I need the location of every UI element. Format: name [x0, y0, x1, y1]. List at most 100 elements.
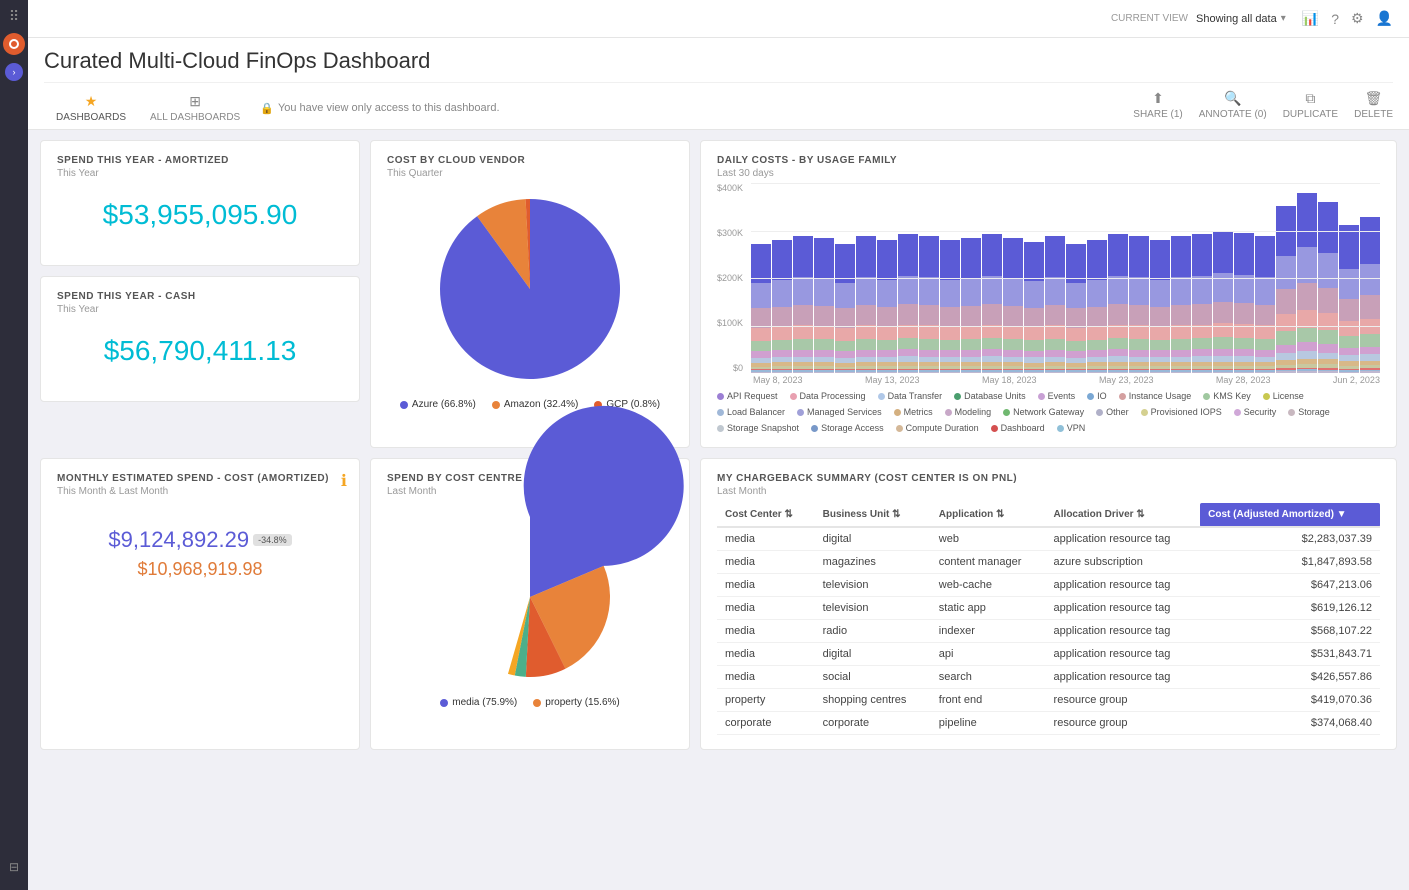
legend-storage-snapshot: Storage Snapshot — [717, 423, 799, 433]
table-row: media digital api application resource t… — [717, 643, 1380, 666]
user-icon[interactable]: 👤 — [1376, 10, 1393, 27]
cell-app-5: api — [931, 643, 1046, 666]
bar-segment-5-5 — [856, 350, 876, 357]
cell-cost-4: $568,107.22 — [1200, 620, 1380, 643]
bar-segment-27-6 — [1318, 353, 1338, 360]
legend-network-gateway: Network Gateway — [1003, 407, 1084, 417]
bar-segment-20-3 — [1171, 325, 1191, 339]
bar-segment-1-5 — [772, 350, 792, 357]
bar-segment-15-3 — [1066, 328, 1086, 341]
share-button[interactable]: ⬆ SHARE (1) — [1133, 90, 1182, 126]
bar-segment-21-1 — [1192, 276, 1212, 304]
bar-21 — [1192, 234, 1212, 373]
bar-segment-17-4 — [1108, 338, 1128, 349]
search-icon: 🔍 — [1224, 90, 1241, 107]
monthly-secondary-value: $10,968,919.98 — [57, 559, 343, 580]
bar-segment-6-3 — [877, 327, 897, 340]
bar-segment-27-2 — [1318, 288, 1338, 314]
bar-segment-18-5 — [1129, 350, 1149, 357]
col-cost-center[interactable]: Cost Center ⇅ — [717, 503, 815, 527]
legend-events: Events — [1038, 391, 1076, 401]
table-row: media radio indexer application resource… — [717, 620, 1380, 643]
bar-segment-10-0 — [961, 238, 981, 278]
chart-icon[interactable]: 📊 — [1302, 10, 1319, 27]
bar-segment-25-2 — [1276, 289, 1296, 314]
col-business-unit[interactable]: Business Unit ⇅ — [815, 503, 931, 527]
spend-cash-title: SPEND THIS YEAR - CASH — [57, 291, 343, 302]
monthly-estimated-card: MONTHLY ESTIMATED SPEND - COST (AMORTIZE… — [40, 458, 360, 750]
info-icon[interactable]: ℹ — [341, 471, 347, 491]
sidebar-expand-button[interactable]: › — [5, 63, 23, 81]
bar-segment-9-5 — [940, 350, 960, 357]
legend-managed-services: Managed Services — [797, 407, 882, 417]
col-application[interactable]: Application ⇅ — [931, 503, 1046, 527]
bar-segment-12-0 — [1003, 238, 1023, 278]
vendor-legend: Azure (66.8%) Amazon (32.4%) GCP (0.8%) — [387, 399, 673, 410]
cell-bu-2: television — [815, 574, 931, 597]
legend-data-transfer: Data Transfer — [878, 391, 943, 401]
cell-alloc-1: azure subscription — [1046, 551, 1201, 574]
chargeback-table-container[interactable]: Cost Center ⇅ Business Unit ⇅ Applicatio… — [717, 503, 1380, 735]
bar-segment-25-11 — [1276, 371, 1296, 373]
vendor-pie-svg — [440, 199, 620, 379]
spend-amortized-title: SPEND THIS YEAR - AMORTIZED — [57, 155, 343, 166]
bar-segment-28-1 — [1339, 269, 1359, 299]
legend-media: media (75.9%) — [440, 697, 517, 708]
monthly-values: $9,124,892.29 -34.8% $10,968,919.98 — [57, 527, 343, 580]
cost-centre-pie-svg — [450, 517, 610, 677]
bar-segment-26-4 — [1297, 328, 1317, 342]
table-row: media social search application resource… — [717, 666, 1380, 689]
legend-property: property (15.6%) — [533, 697, 619, 708]
bar-segment-29-11 — [1360, 371, 1380, 373]
bar-segment-2-3 — [793, 325, 813, 339]
nav-all-dashboards[interactable]: ⊞ ALL DASHBOARDS — [138, 87, 252, 129]
settings-icon[interactable]: ⚙ — [1351, 10, 1364, 27]
bar-segment-23-5 — [1234, 349, 1254, 356]
bar-segment-24-0 — [1255, 236, 1275, 277]
bar-4 — [835, 244, 855, 373]
bar-segment-26-0 — [1297, 193, 1317, 247]
col-cost[interactable]: Cost (Adjusted Amortized) ▼ — [1200, 503, 1380, 527]
annotate-button[interactable]: 🔍 ANNOTATE (0) — [1199, 90, 1267, 126]
bar-segment-10-4 — [961, 339, 981, 350]
bar-segment-22-3 — [1213, 323, 1233, 337]
col-allocation-driver[interactable]: Allocation Driver ⇅ — [1046, 503, 1201, 527]
bar-segment-2-1 — [793, 277, 813, 304]
trash-icon: 🗑 — [1365, 90, 1383, 107]
bar-segment-7-2 — [898, 304, 918, 325]
nav-dashboards[interactable]: ★ DASHBOARDS — [44, 87, 138, 129]
bar-segment-3-5 — [814, 350, 834, 357]
bar-segment-22-5 — [1213, 349, 1233, 356]
bar-segment-11-1 — [982, 276, 1002, 304]
cell-cost-0: $2,283,037.39 — [1200, 527, 1380, 551]
bar-segment-4-11 — [835, 372, 855, 373]
help-icon[interactable]: ? — [1331, 11, 1339, 27]
chevron-down-icon[interactable]: ▾ — [1281, 13, 1286, 24]
delete-button[interactable]: 🗑 DELETE — [1354, 90, 1393, 126]
bar-segment-12-3 — [1003, 326, 1023, 339]
sidebar-grid-icon[interactable]: ⠿ — [9, 8, 19, 25]
bar-segment-23-2 — [1234, 303, 1254, 324]
bar-segment-14-2 — [1045, 305, 1065, 326]
bar-segment-3-3 — [814, 326, 834, 339]
cost-by-vendor-card: COST BY CLOUD VENDOR This Quarter — [370, 140, 690, 448]
bar-segment-24-5 — [1255, 350, 1275, 357]
bar-segment-18-1 — [1129, 277, 1149, 304]
bar-segment-15-2 — [1066, 308, 1086, 327]
dashboard-actions: ⬆ SHARE (1) 🔍 ANNOTATE (0) ⧉ DUPLICATE 🗑… — [1133, 90, 1393, 126]
bar-segment-2-4 — [793, 339, 813, 350]
bar-segment-13-0 — [1024, 242, 1044, 281]
bar-segment-5-1 — [856, 277, 876, 304]
bar-24 — [1255, 236, 1275, 373]
bar-segment-13-3 — [1024, 327, 1044, 340]
cell-cost-2: $647,213.06 — [1200, 574, 1380, 597]
cell-alloc-4: application resource tag — [1046, 620, 1201, 643]
bars-container — [751, 183, 1380, 373]
duplicate-button[interactable]: ⧉ DUPLICATE — [1283, 90, 1338, 126]
bar-segment-20-4 — [1171, 339, 1191, 350]
bar-segment-19-11 — [1150, 372, 1170, 373]
bar-segment-20-0 — [1171, 236, 1191, 277]
cost-centre-legend: media (75.9%) property (15.6%) — [387, 697, 673, 708]
bar-segment-12-5 — [1003, 350, 1023, 357]
sidebar-bottom-icon[interactable]: ⊟ — [9, 860, 19, 874]
